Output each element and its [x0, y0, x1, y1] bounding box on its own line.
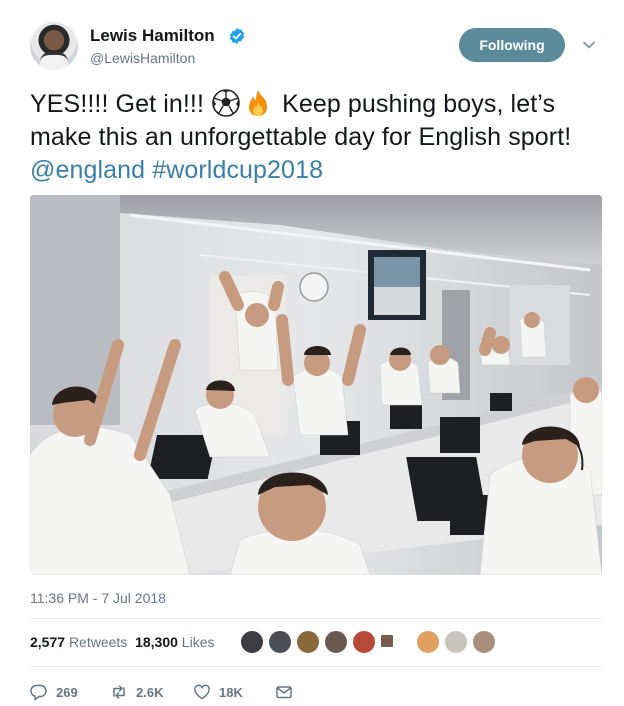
heart-icon: [194, 684, 210, 700]
tweet-timestamp[interactable]: 11:36 PM - 7 Jul 2018: [30, 590, 166, 606]
engagement-stats: 2,577 Retweets 18,300 Likes: [30, 634, 214, 650]
following-button[interactable]: Following: [459, 28, 565, 62]
liker-avatar[interactable]: [416, 630, 440, 654]
liker-avatar[interactable]: [296, 630, 320, 654]
soccer-ball-icon: [212, 89, 240, 117]
liker-avatar[interactable]: [444, 630, 468, 654]
like-button[interactable]: 18K: [193, 682, 243, 702]
retweet-count: 2.6K: [136, 684, 164, 700]
liker-avatar[interactable]: [240, 630, 264, 654]
tweet-card: Lewis Hamilton @LewisHamilton Following …: [0, 0, 624, 706]
liker-avatar[interactable]: [472, 630, 496, 654]
fire-icon: [249, 90, 268, 116]
retweets-count[interactable]: 2,577: [30, 634, 65, 650]
envelope-icon: [276, 686, 292, 699]
retweet-icon: [113, 685, 125, 699]
author-handle[interactable]: @LewisHamilton: [90, 50, 195, 66]
reply-count: 269: [56, 684, 78, 700]
retweet-button[interactable]: 2.6K: [110, 682, 163, 702]
mention-link[interactable]: @england: [30, 156, 145, 184]
liker-avatar[interactable]: [380, 634, 394, 648]
verified-badge-icon: [229, 28, 245, 44]
author-name[interactable]: Lewis Hamilton: [90, 26, 215, 46]
tweet-text-intro: YES!!!! Get in!!!: [30, 90, 212, 118]
reply-button[interactable]: 269: [30, 682, 78, 702]
tweet-photo[interactable]: [30, 195, 602, 575]
divider: [30, 618, 602, 619]
liker-avatar[interactable]: [324, 630, 348, 654]
chevron-down-icon[interactable]: [582, 38, 596, 52]
avatar[interactable]: [30, 22, 78, 70]
liker-avatar[interactable]: [268, 630, 292, 654]
tweet-text: YES!!!! Get in!!! Keep pushing boys, let…: [30, 88, 605, 187]
hashtag-link[interactable]: #worldcup2018: [152, 156, 323, 184]
divider: [30, 666, 602, 667]
liker-avatar[interactable]: [352, 630, 376, 654]
retweets-label[interactable]: Retweets: [69, 634, 127, 650]
likes-label[interactable]: Likes: [182, 634, 215, 650]
like-count: 18K: [219, 684, 243, 700]
direct-message-button[interactable]: [275, 682, 301, 702]
reply-icon: [30, 684, 47, 701]
likes-count[interactable]: 18,300: [135, 634, 178, 650]
